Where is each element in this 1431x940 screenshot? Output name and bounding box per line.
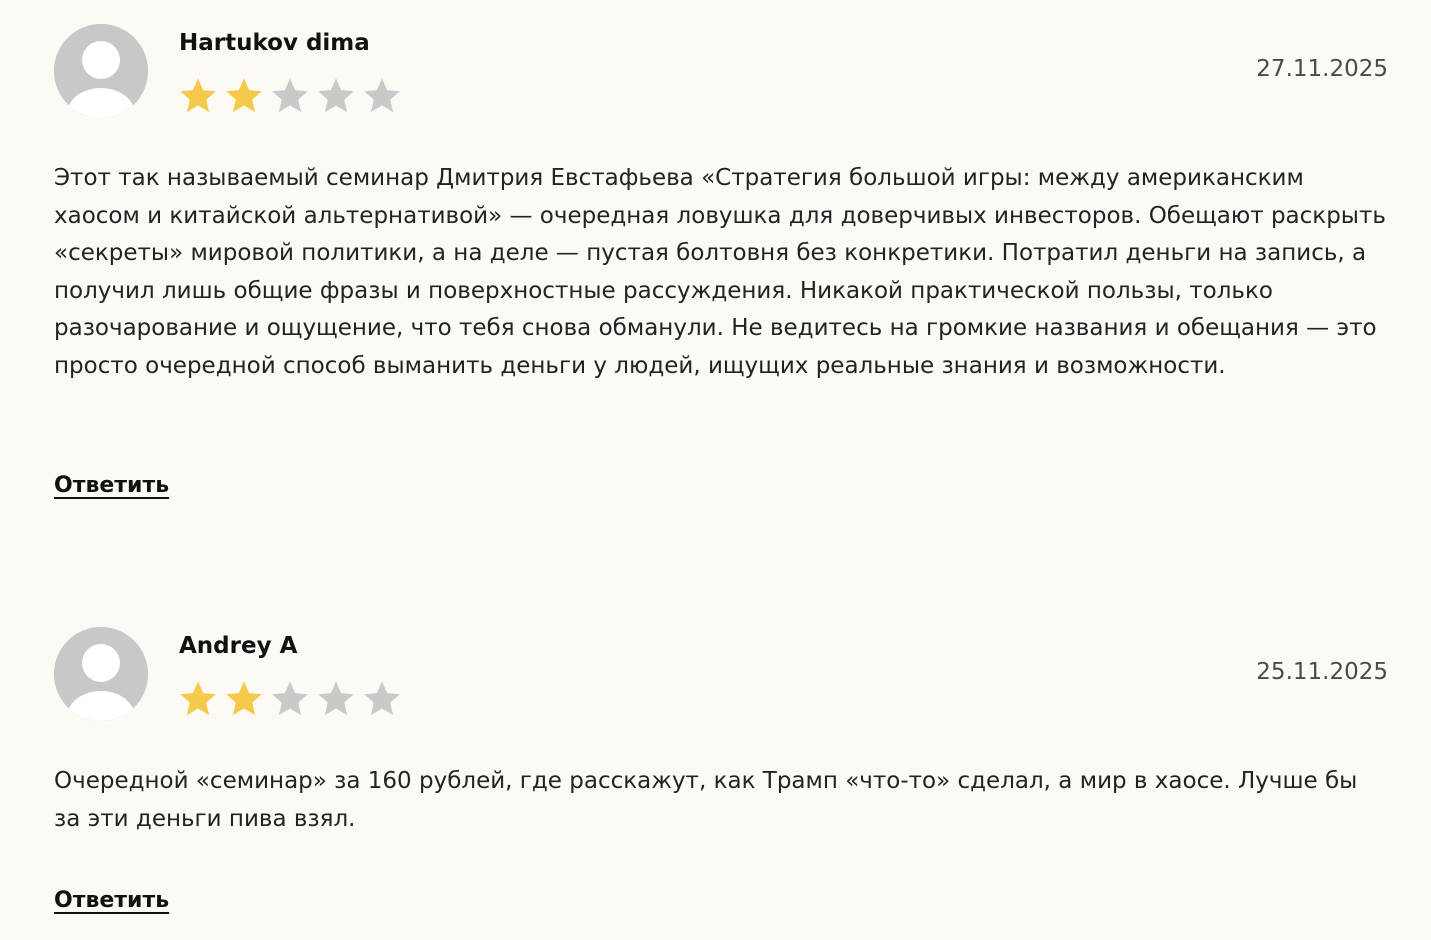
star-empty-icon bbox=[270, 679, 310, 717]
star-empty-icon bbox=[362, 679, 402, 717]
review-date: 27.11.2025 bbox=[1256, 56, 1388, 82]
star-empty-icon bbox=[270, 76, 310, 114]
user-avatar-icon bbox=[54, 627, 148, 721]
review-text: Этот так называемый семинар Дмитрия Евст… bbox=[54, 165, 1386, 379]
review-author: Hartukov dima bbox=[179, 30, 370, 56]
star-filled-icon bbox=[178, 76, 218, 114]
review-author: Andrey A bbox=[179, 633, 298, 659]
review-text: Очередной «семинар» за 160 рублей, где р… bbox=[54, 768, 1358, 832]
star-empty-icon bbox=[362, 76, 402, 114]
star-rating bbox=[178, 76, 402, 114]
star-rating bbox=[178, 679, 402, 717]
star-empty-icon bbox=[316, 679, 356, 717]
star-filled-icon bbox=[224, 76, 264, 114]
star-filled-icon bbox=[178, 679, 218, 717]
review-date: 25.11.2025 bbox=[1256, 659, 1388, 685]
star-filled-icon bbox=[224, 679, 264, 717]
reply-link[interactable]: Ответить bbox=[54, 473, 169, 498]
user-avatar-icon bbox=[54, 24, 148, 118]
star-empty-icon bbox=[316, 76, 356, 114]
reply-link[interactable]: Ответить bbox=[54, 888, 169, 913]
